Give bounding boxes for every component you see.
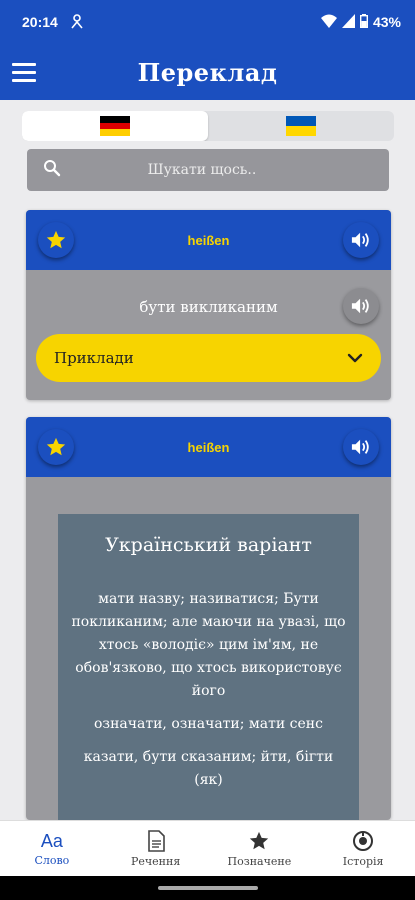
cellular-icon [341,13,355,31]
word-card: heißen Український варіант мати назву; н… [26,417,391,820]
chevron-down-icon [347,349,363,367]
nav-item-word[interactable]: Aa Слово [0,821,104,876]
speak-button[interactable] [343,222,379,258]
battery-icon [359,13,368,31]
word-text: heißen [187,232,230,248]
flag-stripe [100,129,130,137]
card-header: heißen [26,210,391,270]
word-card: heißen бути викликаним Приклади [26,210,391,400]
status-icons: 43% [320,13,401,31]
speaker-icon [351,439,369,455]
star-icon [46,437,66,456]
wifi-icon [320,14,337,31]
nav-item-history[interactable]: Історія [311,821,415,876]
tab-ukrainian[interactable] [208,111,394,141]
word-text: heißen [187,439,230,455]
battery-percent: 43% [372,14,401,30]
speaker-icon [351,298,369,314]
speak-translation-button[interactable] [343,288,379,324]
speaker-icon [351,232,369,248]
language-switch [22,111,394,141]
notification-icon [70,13,84,32]
system-navigation-bar [0,876,415,900]
card-header: heißen [26,417,391,477]
menu-icon[interactable] [12,58,40,86]
search-icon[interactable] [43,159,61,181]
variant-meaning: мати назву; називатися; Бути покликаним;… [71,591,346,699]
nav-item-marked[interactable]: Позначене [208,821,312,876]
favorite-button[interactable] [38,222,74,258]
german-flag-icon [100,116,130,137]
nav-label: Речення [130,854,181,868]
nav-label: Історія [342,854,384,868]
star-icon [250,831,269,849]
page-title: Переклад [137,57,278,87]
star-icon [46,230,66,249]
status-time: 20:14 [22,14,58,30]
nav-label: Слово [34,853,70,867]
variant-meaning: казати, бути сказаним; йти, бігти (як) [83,749,334,788]
tab-german[interactable] [22,111,208,141]
flag-stripe [286,116,316,126]
variant-meaning: означати, означати; мати сенс [94,716,323,732]
ukrainian-variant-panel: Український варіант мати назву; називати… [58,514,359,820]
status-bar: 20:14 43% [0,0,415,44]
favorite-button[interactable] [38,429,74,465]
search-bar [27,149,389,191]
app-bar: Переклад [0,44,415,100]
document-icon [147,829,165,852]
nav-label: Позначене [227,854,292,868]
ukrainian-flag-icon [286,116,316,136]
search-input[interactable] [61,162,373,178]
nav-item-sentence[interactable]: Речення [104,821,208,876]
speak-button[interactable] [343,429,379,465]
word-icon: Aa [40,830,63,851]
home-handle[interactable] [158,886,258,890]
flag-stripe [286,126,316,136]
history-icon [353,830,374,851]
bottom-nav: Aa Слово Речення Позначене Історія [0,820,415,876]
translation-text: бути викликаним [139,298,278,316]
flag-stripe [100,116,130,123]
flag-stripe [100,122,130,130]
examples-label: Приклади [54,349,134,367]
examples-dropdown[interactable]: Приклади [36,334,381,382]
variant-title: Український варіант [105,534,312,556]
